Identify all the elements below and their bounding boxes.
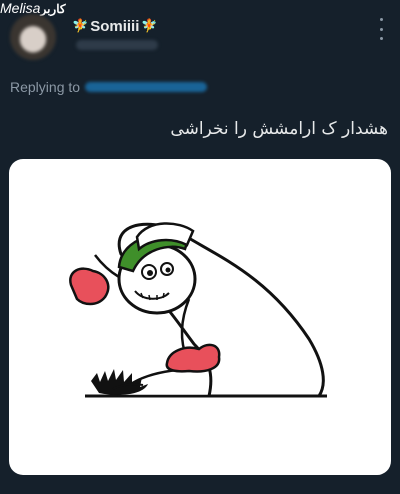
- raised-red-glove: [69, 267, 110, 306]
- replying-to-row: Replying to: [10, 79, 208, 95]
- blurred-handle: [76, 40, 158, 50]
- fairy-emoji-icon: 🧚: [72, 18, 89, 34]
- avatar[interactable]: [10, 14, 56, 60]
- blurred-reply-handle[interactable]: [85, 82, 208, 92]
- tweet-text: هشدار ک ارامشش را نخراشی: [170, 119, 388, 139]
- replying-label: Replying to: [10, 79, 81, 95]
- lying-hair: [91, 369, 148, 395]
- meme-cartoon-image: [69, 222, 327, 398]
- display-name[interactable]: Somiiii: [90, 18, 139, 35]
- left-pupil: [147, 270, 153, 276]
- watermark-persian: کاربر: [40, 2, 66, 16]
- tweet-media-image[interactable]: [9, 159, 391, 475]
- fairy-emoji-icon: 🧚: [141, 18, 158, 34]
- more-options-icon[interactable]: [378, 18, 384, 40]
- lower-red-glove: [165, 343, 221, 373]
- display-name-row[interactable]: 🧚 Somiiii 🧚: [72, 16, 158, 36]
- right-pupil: [165, 267, 171, 273]
